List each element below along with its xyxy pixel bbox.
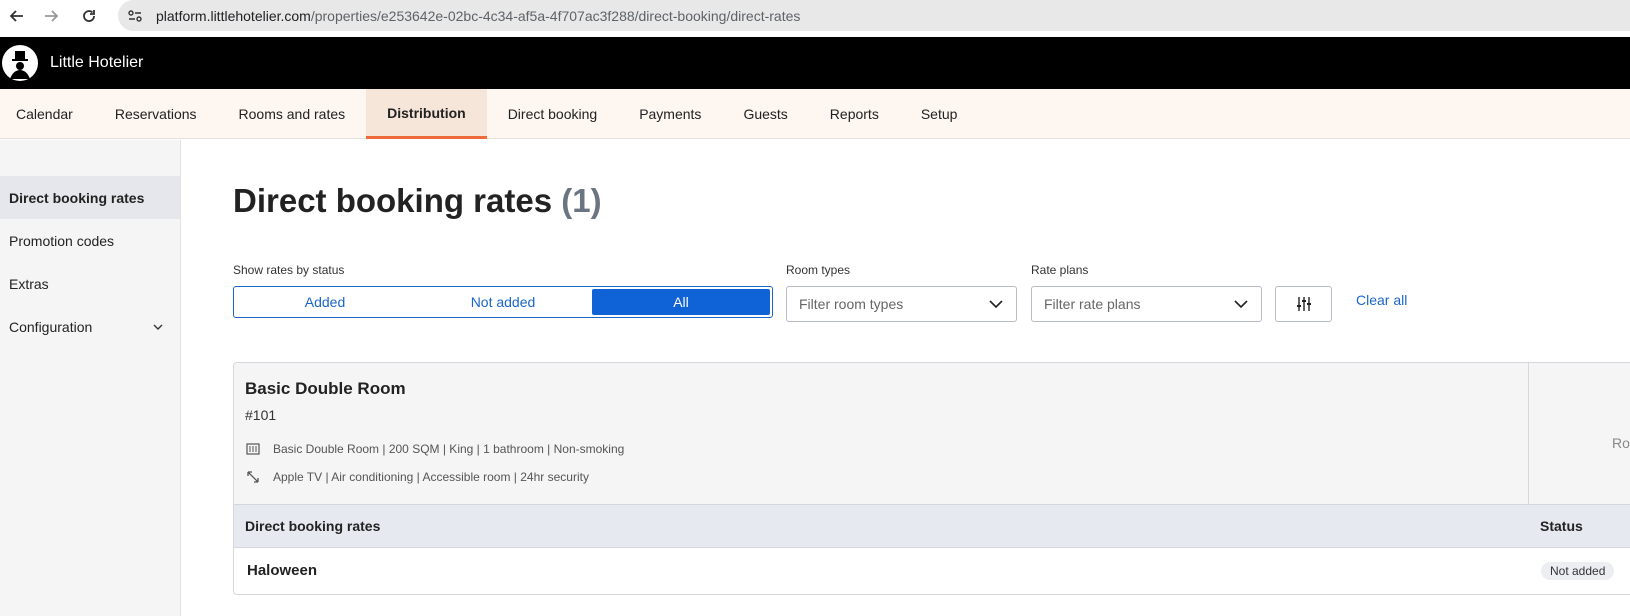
sidebar-item-label: Extras: [9, 275, 49, 292]
room-name: Basic Double Room: [245, 379, 406, 398]
arrow-right-icon: [45, 9, 59, 22]
app-title: Little Hotelier: [50, 54, 144, 71]
room-details: Basic Double Room | 200 SQM | King | 1 b…: [245, 441, 624, 457]
room-types-placeholder: Filter room types: [799, 296, 904, 312]
status-option-added[interactable]: Added: [236, 289, 414, 315]
room-card-header: Basic Double Room #101 Basic Double Room…: [234, 363, 1630, 505]
tab-guests[interactable]: Guests: [722, 89, 808, 139]
room-amenities: Apple TV | Air conditioning | Accessible…: [245, 469, 589, 485]
url-path: /properties/e253642e-02bc-4c34-af5a-4f70…: [310, 7, 801, 24]
chevron-down-icon: [1234, 300, 1248, 309]
sidebar: Direct booking rates Promotion codes Ext…: [0, 140, 181, 616]
room-card: Basic Double Room #101 Basic Double Room…: [233, 362, 1630, 595]
status-option-all[interactable]: All: [592, 289, 770, 315]
browser-toolbar: platform.littlehotelier.com/properties/e…: [0, 0, 1630, 31]
rate-plans-placeholder: Filter rate plans: [1044, 296, 1141, 312]
sidebar-item-extras[interactable]: Extras: [0, 262, 180, 305]
sidebar-item-label: Direct booking rates: [9, 189, 145, 206]
status-option-not-added[interactable]: Not added: [414, 289, 592, 315]
rate-plans-label: Rate plans: [1031, 263, 1089, 277]
tab-distribution[interactable]: Distribution: [366, 89, 487, 139]
tab-reports[interactable]: Reports: [809, 89, 900, 139]
rate-name: Haloween: [247, 562, 318, 579]
page-title: Direct booking rates (1): [233, 182, 602, 220]
advanced-filters-button[interactable]: [1275, 286, 1332, 322]
sidebar-item-configuration[interactable]: Configuration: [0, 305, 180, 348]
status-toggle: Added Not added All: [233, 286, 773, 318]
room-side-column-text: Ro: [1612, 435, 1630, 451]
chevron-down-icon: [153, 324, 163, 330]
sliders-icon: [1296, 297, 1311, 311]
little-hotelier-logo[interactable]: [2, 45, 38, 81]
expand-arrows-icon: [245, 469, 261, 485]
forward-button[interactable]: [35, 0, 67, 31]
room-types-label: Room types: [786, 263, 851, 277]
back-button[interactable]: [1, 0, 33, 31]
reload-icon: [83, 9, 95, 22]
sidebar-item-direct-booking-rates[interactable]: Direct booking rates: [0, 176, 180, 219]
site-info-icon[interactable]: [124, 5, 146, 27]
rates-column-header: Direct booking rates: [245, 518, 381, 534]
tab-direct-booking[interactable]: Direct booking: [487, 89, 619, 139]
rate-count: (1): [561, 182, 602, 219]
sidebar-item-promotion-codes[interactable]: Promotion codes: [0, 219, 180, 262]
room-number: #101: [245, 407, 277, 423]
tab-rooms-and-rates[interactable]: Rooms and rates: [218, 89, 367, 139]
tab-calendar[interactable]: Calendar: [0, 89, 94, 139]
status-filter-label: Show rates by status: [233, 263, 345, 277]
status-column-header: Status: [1540, 518, 1583, 534]
rates-table-header: Direct booking rates Status: [234, 505, 1630, 548]
clear-all-link[interactable]: Clear all: [1356, 292, 1407, 308]
room-details-text: Basic Double Room | 200 SQM | King | 1 b…: [273, 442, 625, 456]
url-host: platform.littlehotelier.com: [156, 7, 311, 24]
address-bar[interactable]: platform.littlehotelier.com/properties/e…: [118, 0, 1630, 31]
page-title-text: Direct booking rates: [233, 182, 553, 219]
reload-button[interactable]: [73, 0, 105, 31]
table-row[interactable]: Haloween Not added: [234, 548, 1630, 594]
sidebar-item-label: Configuration: [9, 318, 93, 335]
room-amenities-text: Apple TV | Air conditioning | Accessible…: [273, 470, 589, 484]
sidebar-item-label: Promotion codes: [9, 232, 115, 249]
app-header: Little Hotelier: [0, 37, 1630, 89]
tab-payments[interactable]: Payments: [618, 89, 722, 139]
url-text: platform.littlehotelier.com/properties/e…: [156, 8, 800, 24]
tab-setup[interactable]: Setup: [900, 89, 979, 139]
main-navigation: Calendar Reservations Rooms and rates Di…: [0, 89, 1630, 139]
tab-reservations[interactable]: Reservations: [94, 89, 218, 139]
chevron-down-icon: [989, 300, 1003, 309]
status-badge: Not added: [1541, 562, 1615, 580]
arrow-left-icon: [9, 9, 23, 22]
building-icon: [245, 441, 261, 457]
rate-plans-select[interactable]: Filter rate plans: [1031, 286, 1262, 322]
room-types-select[interactable]: Filter room types: [786, 286, 1017, 322]
